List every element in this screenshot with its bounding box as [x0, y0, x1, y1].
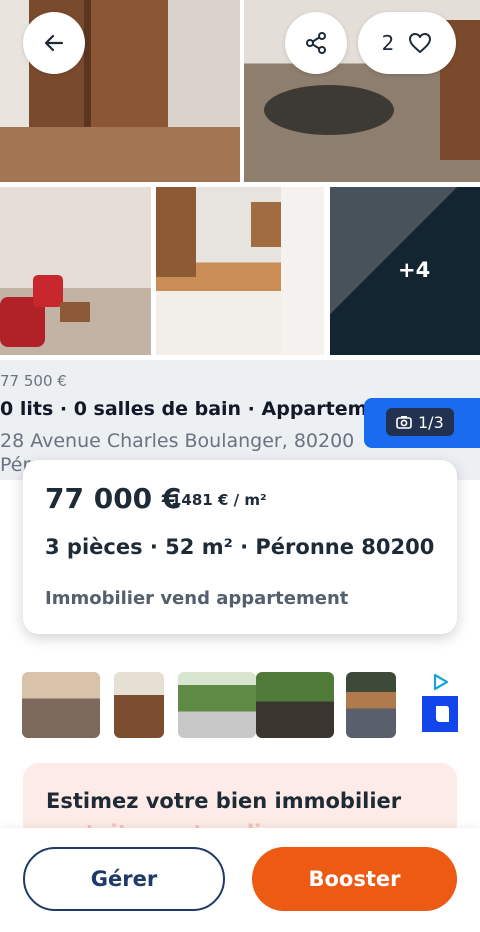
ad-image-garden[interactable] [178, 672, 256, 738]
estimate-title: Estimez votre bien immobilier [46, 789, 402, 813]
table-shape [264, 85, 394, 135]
ad-image-bench[interactable] [114, 672, 164, 738]
heart-icon [409, 33, 432, 53]
listing-summary-card: 77 000 € 1481 € / m² 3 pièces · 52 m² · … [23, 460, 457, 634]
listing-category: Immobilier vend appartement [45, 588, 349, 609]
gallery-photo-living[interactable] [0, 187, 151, 355]
photo-counter-badge[interactable]: 1/3 [386, 408, 454, 436]
ad-image-table[interactable] [22, 672, 100, 738]
background-listing-title: 0 lits · 0 salles de bain · Appartement [0, 398, 403, 420]
camera-icon [396, 416, 412, 429]
ad-choices-icon [422, 673, 458, 732]
listing-summary: 3 pièces · 52 m² · Péronne 80200 [45, 535, 435, 559]
ad-image-statue[interactable] [346, 672, 396, 738]
cabinet-shape [156, 187, 196, 277]
bottom-action-bar: Gérer Booster [0, 828, 480, 932]
ad-image-planters[interactable] [256, 672, 334, 738]
photo-counter-text: 1/3 [418, 412, 444, 432]
ad-banner[interactable] [22, 672, 412, 738]
coffee-table-shape [60, 302, 90, 322]
boost-button[interactable]: Booster [252, 847, 457, 911]
share-button[interactable] [285, 12, 347, 74]
listing-price: 77 000 € [45, 482, 182, 515]
background-listing-address: 28 Avenue Charles Boulanger, 80200 [0, 430, 355, 452]
favorite-button[interactable]: 2 [358, 12, 456, 74]
price-per-m2: 1481 € / m² [171, 491, 267, 509]
fridge-shape [281, 187, 324, 355]
back-button[interactable] [23, 12, 85, 74]
chair-shape [33, 275, 63, 307]
arrow-left-icon [44, 34, 64, 52]
background-listing-price: 77 500 € [0, 372, 67, 390]
more-photos-label[interactable]: +4 [398, 258, 430, 282]
favorites-count: 2 [381, 31, 395, 55]
cabinet-shape [251, 202, 281, 247]
share-icon [306, 32, 326, 54]
gallery-photo-kitchen[interactable] [156, 187, 324, 355]
ad-choices-badge[interactable] [422, 672, 458, 732]
manage-button[interactable]: Gérer [23, 847, 225, 911]
